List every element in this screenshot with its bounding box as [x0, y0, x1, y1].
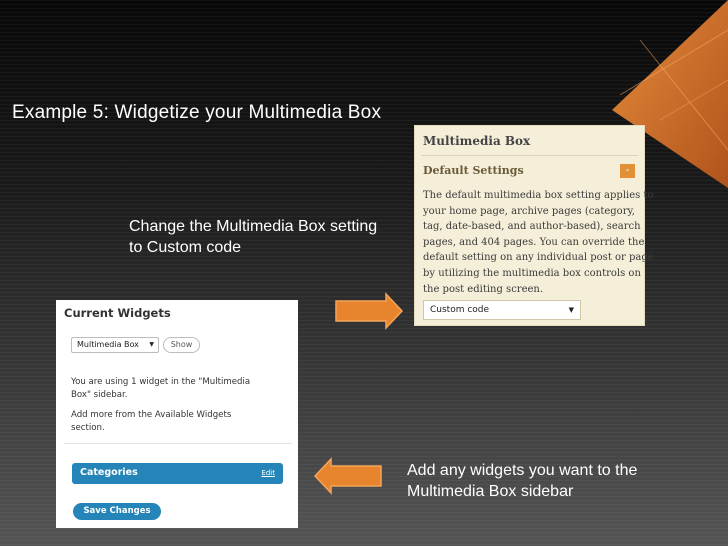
widget-count-info: You are using 1 widget in the "Multimedi…	[71, 377, 251, 400]
chevron-down-icon: ▼	[149, 341, 154, 348]
categories-widget[interactable]: Categories Edit	[72, 463, 283, 484]
right-arrow-icon	[335, 292, 404, 330]
chevron-down-icon: ▼	[568, 306, 574, 314]
default-settings-heading: Default Settings	[423, 164, 524, 177]
widget-title: Categories	[80, 467, 138, 478]
add-more-info: Add more from the Available Widgets sect…	[71, 410, 232, 433]
divider	[421, 155, 638, 156]
select-value: Custom code	[430, 305, 490, 315]
edit-widget-link[interactable]: Edit	[261, 469, 275, 477]
caption-change-setting: Change the Multimedia Box setting to Cus…	[129, 218, 378, 256]
sidebar-select[interactable]: Multimedia Box ▼	[71, 337, 159, 353]
multimedia-box-heading: Multimedia Box	[423, 134, 531, 148]
sidebar-select-value: Multimedia Box	[77, 340, 139, 349]
collapse-button[interactable]: -	[620, 164, 635, 178]
caption-add-widgets: Add any widgets you want to the Multimed…	[407, 462, 638, 500]
save-changes-button[interactable]: Save Changes	[73, 503, 161, 520]
divider	[64, 443, 292, 444]
default-settings-description: The default multimedia box setting appli…	[423, 190, 654, 295]
slide-title: Example 5: Widgetize your Multimedia Box	[12, 102, 382, 123]
multimedia-box-setting-select[interactable]: Custom code ▼	[423, 300, 581, 320]
current-widgets-panel: Current Widgets Multimedia Box ▼ Show Yo…	[56, 300, 298, 528]
left-arrow-icon	[313, 457, 382, 495]
current-widgets-heading: Current Widgets	[64, 306, 171, 320]
multimedia-box-panel: Multimedia Box Default Settings - The de…	[414, 125, 654, 326]
show-button[interactable]: Show	[163, 337, 200, 353]
